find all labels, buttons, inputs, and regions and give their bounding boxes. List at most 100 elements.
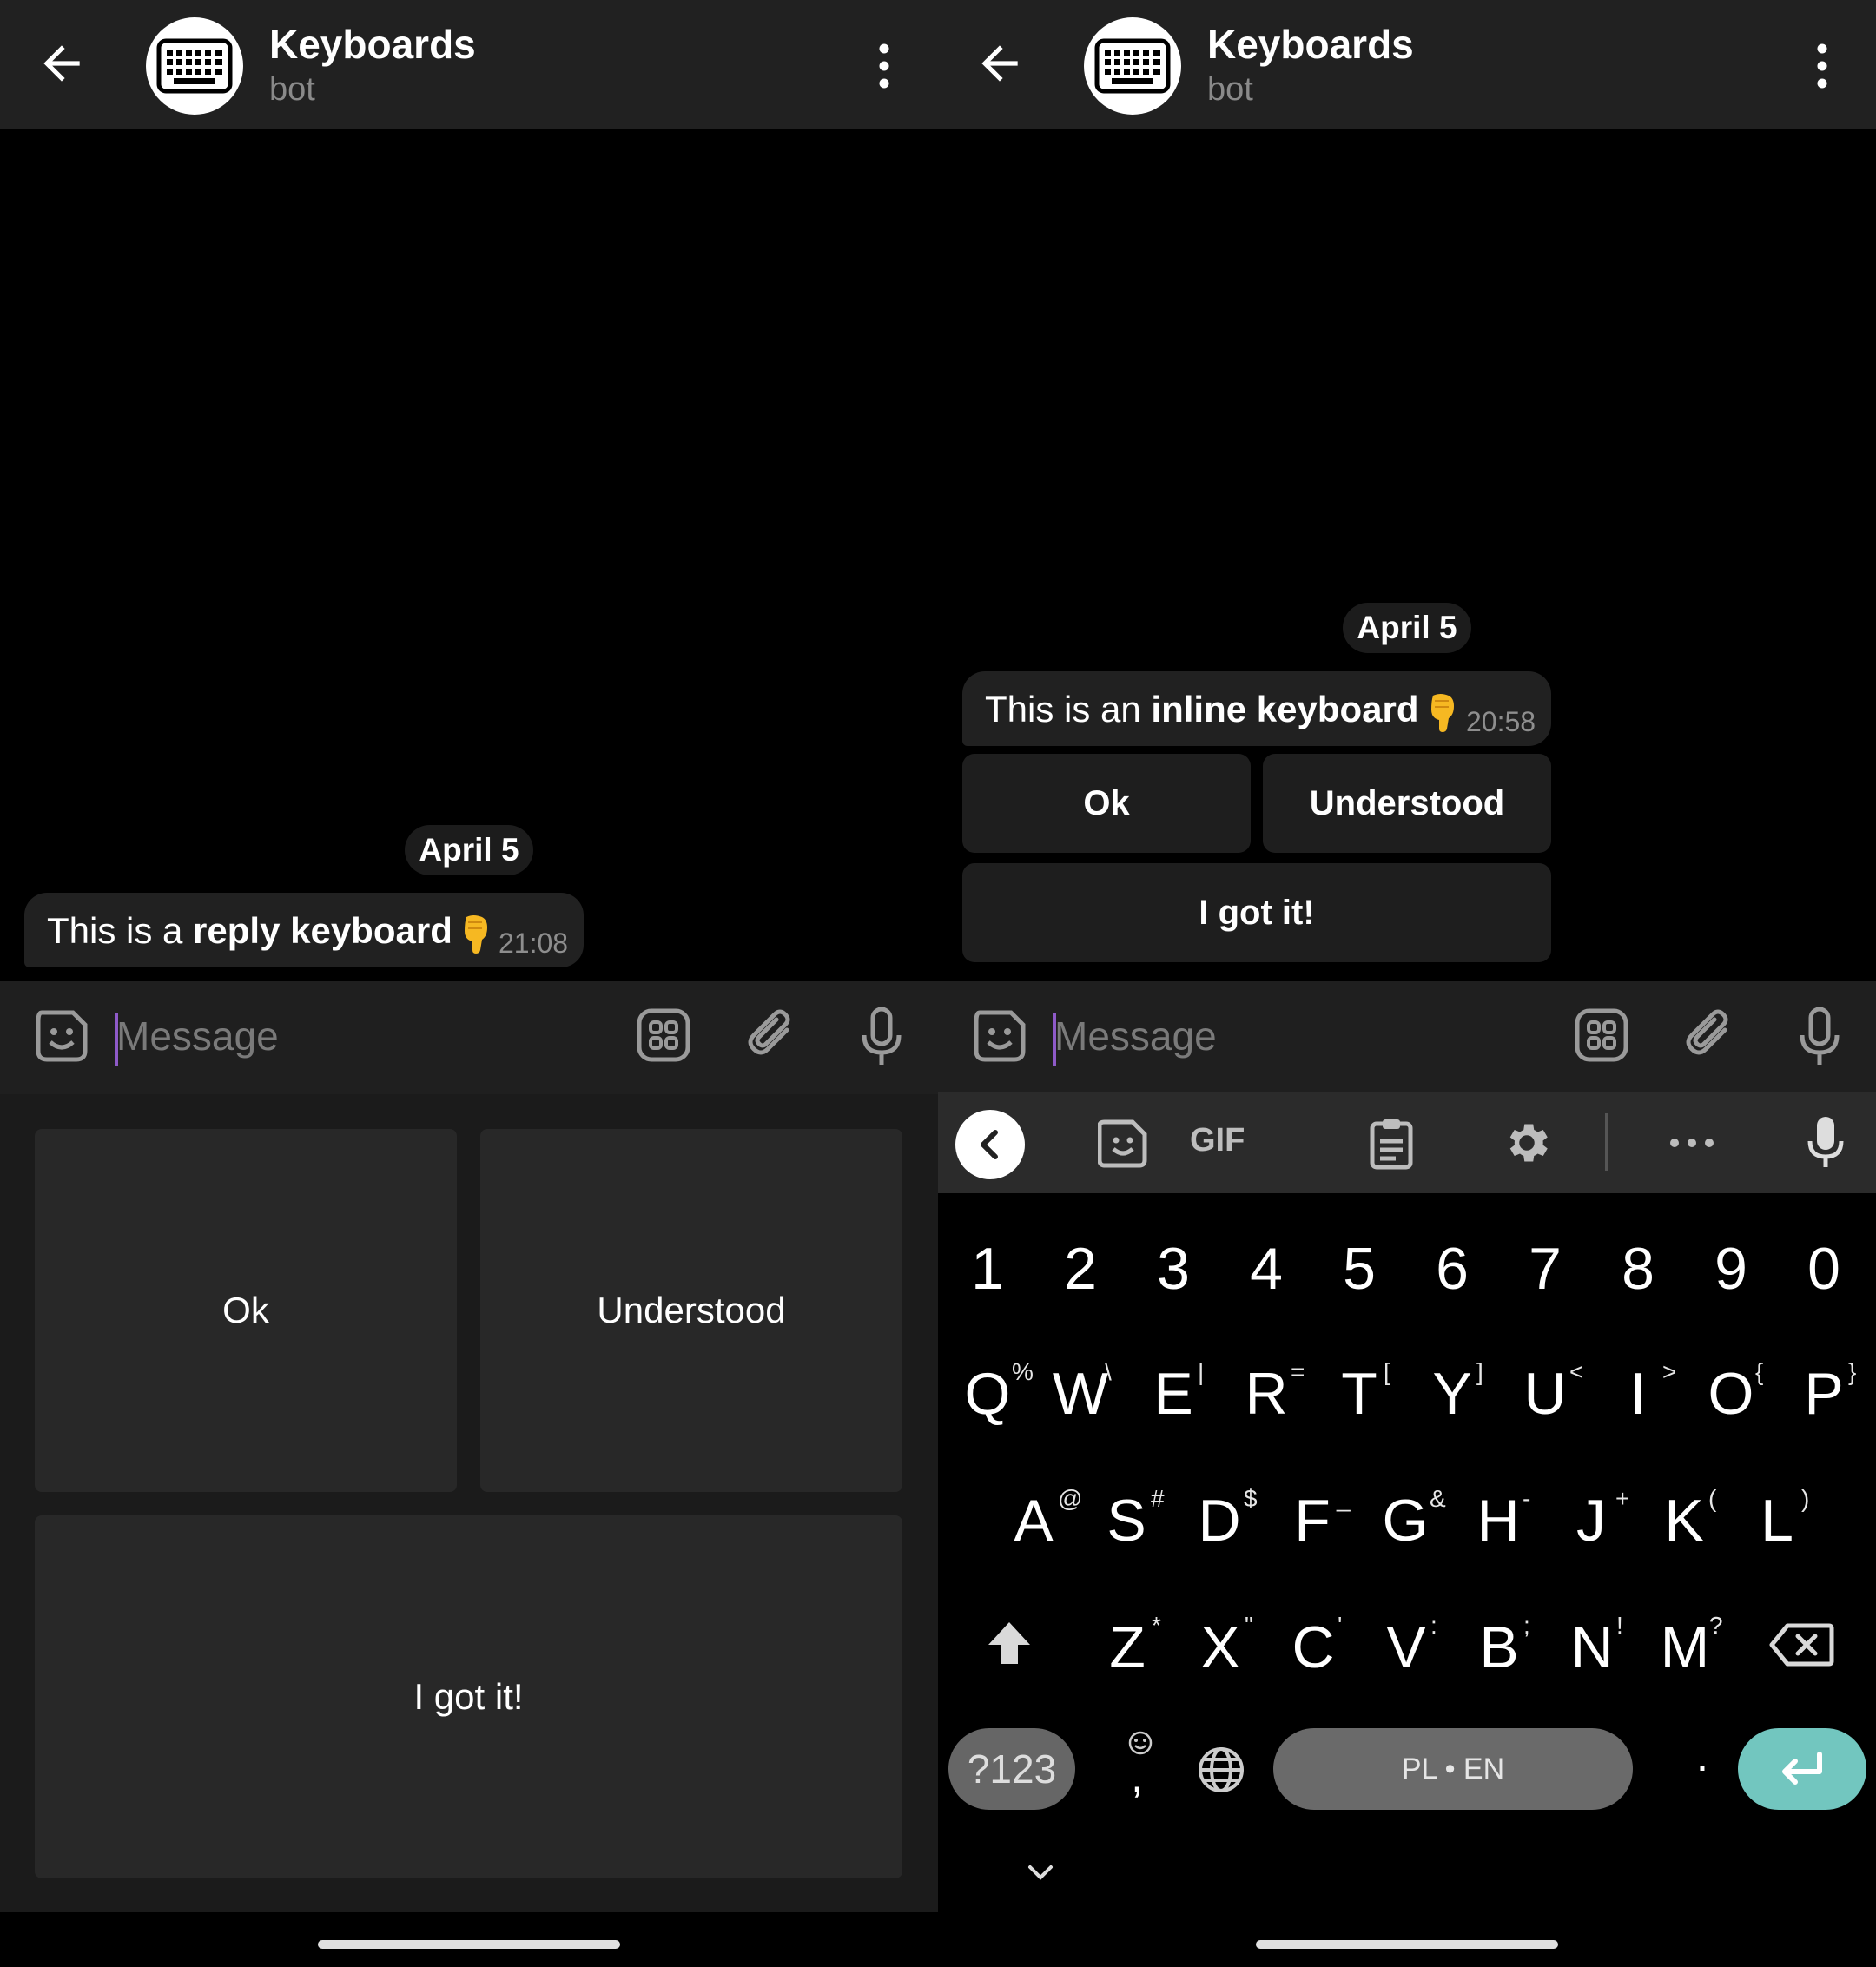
period-key[interactable]: . <box>1676 1730 1728 1808</box>
message-time: 21:08 <box>499 927 569 959</box>
key-label: G <box>1382 1488 1429 1554</box>
key-hint: | <box>1198 1358 1205 1385</box>
key-6[interactable]: 6 <box>1410 1235 1494 1303</box>
language-globe-icon[interactable] <box>1197 1746 1245 1794</box>
key-o[interactable]: O{ <box>1689 1358 1773 1428</box>
more-vert-icon[interactable] <box>869 42 900 90</box>
key-3[interactable]: 3 <box>1132 1235 1215 1303</box>
inline-button-understood[interactable]: Understood <box>1263 754 1551 853</box>
back-arrow-icon[interactable] <box>973 36 1027 90</box>
key-hint: # <box>1151 1485 1165 1512</box>
inline-button-i-got-it[interactable]: I got it! <box>962 863 1551 962</box>
message-text-prefix: This is a <box>47 910 194 951</box>
attach-paperclip-icon[interactable] <box>747 1007 799 1063</box>
reply-key-understood[interactable]: Understood <box>480 1129 902 1492</box>
microphone-icon[interactable] <box>860 1007 903 1066</box>
message-bubble[interactable]: This is an inline keyboard 20:58 <box>962 671 1551 746</box>
attach-paperclip-icon[interactable] <box>1685 1007 1737 1063</box>
voice-input-mic-icon[interactable] <box>1807 1115 1845 1171</box>
clipboard-icon[interactable] <box>1369 1117 1414 1171</box>
back-arrow-icon[interactable] <box>35 36 89 90</box>
key-label: K <box>1664 1488 1704 1554</box>
key-b[interactable]: B; <box>1457 1612 1541 1681</box>
gif-button[interactable]: GIF <box>1190 1122 1245 1159</box>
gesture-handle[interactable] <box>318 1940 620 1949</box>
key-t[interactable]: T[ <box>1318 1358 1401 1428</box>
key-5[interactable]: 5 <box>1318 1235 1401 1303</box>
gesture-handle[interactable] <box>1256 1940 1558 1949</box>
message-input[interactable]: Message <box>1054 1013 1217 1059</box>
key-c[interactable]: C ' <box>1272 1612 1355 1681</box>
bot-keyboard-toggle-icon[interactable] <box>636 1007 691 1063</box>
chat-title[interactable]: Keyboards <box>269 21 476 68</box>
key-w[interactable]: W \ <box>1039 1358 1122 1428</box>
reply-key-i-got-it[interactable]: I got it! <box>35 1515 902 1878</box>
key-hint: % <box>1012 1358 1034 1385</box>
key-j[interactable]: J + <box>1549 1485 1633 1554</box>
key-l[interactable]: L) <box>1735 1485 1819 1554</box>
key-label: S <box>1106 1488 1146 1554</box>
key-label: 2 <box>1064 1236 1097 1302</box>
key-i[interactable]: I > <box>1596 1358 1680 1428</box>
bot-avatar[interactable] <box>1084 17 1181 115</box>
reply-key-ok[interactable]: Ok <box>35 1129 457 1492</box>
sticker-emoji-icon[interactable] <box>33 1007 90 1065</box>
key-v[interactable]: V: <box>1364 1612 1448 1681</box>
microphone-icon[interactable] <box>1798 1007 1841 1066</box>
key-q[interactable]: Q% <box>946 1358 1034 1428</box>
message-input[interactable]: Message <box>116 1013 279 1059</box>
chat-subtitle: bot <box>269 71 315 108</box>
chat-title[interactable]: Keyboards <box>1207 21 1414 68</box>
settings-gear-icon[interactable] <box>1501 1117 1553 1169</box>
symbols-key[interactable]: ?123 <box>948 1728 1075 1810</box>
key-s[interactable]: S # <box>1085 1485 1168 1554</box>
key-m[interactable]: M? <box>1643 1612 1727 1681</box>
inline-button-ok[interactable]: Ok <box>962 754 1251 853</box>
hide-keyboard-chevron-icon[interactable] <box>1025 1862 1056 1883</box>
key-1[interactable]: 1 <box>946 1235 1029 1303</box>
more-dots-icon[interactable] <box>1668 1134 1716 1152</box>
key-x[interactable]: X " <box>1179 1612 1262 1681</box>
key-h[interactable]: H- <box>1457 1485 1540 1554</box>
message-text-prefix: This is an <box>985 689 1152 729</box>
comma-key[interactable]: , <box>1108 1730 1171 1808</box>
space-bar[interactable]: PL • EN <box>1273 1728 1633 1810</box>
backspace-key-icon[interactable] <box>1768 1622 1834 1667</box>
message-text: This is an inline keyboard <box>985 689 1457 732</box>
key-9[interactable]: 9 <box>1689 1235 1773 1303</box>
bot-keyboard-toggle-icon[interactable] <box>1574 1007 1629 1063</box>
enter-key[interactable] <box>1738 1728 1866 1810</box>
key-g[interactable]: G & <box>1364 1485 1447 1554</box>
more-vert-icon[interactable] <box>1807 42 1838 90</box>
message-bubble[interactable]: This is a reply keyboard 21:08 <box>24 893 584 967</box>
key-4[interactable]: 4 <box>1225 1235 1308 1303</box>
key-label: I <box>1629 1361 1647 1427</box>
key-f[interactable]: F _ <box>1271 1485 1354 1554</box>
key-k[interactable]: K( <box>1642 1485 1726 1554</box>
key-2[interactable]: 2 <box>1039 1235 1122 1303</box>
key-7[interactable]: 7 <box>1503 1235 1587 1303</box>
key-hint: ] <box>1476 1358 1483 1385</box>
collapse-toolbar-button[interactable] <box>955 1110 1025 1179</box>
key-hint: & <box>1430 1485 1446 1512</box>
sticker-icon[interactable] <box>1098 1119 1148 1169</box>
key-hint: : <box>1430 1612 1437 1639</box>
key-z[interactable]: Z * <box>1086 1612 1169 1681</box>
key-a[interactable]: A @ <box>992 1485 1082 1554</box>
sticker-emoji-icon[interactable] <box>971 1007 1028 1065</box>
key-n[interactable]: N! <box>1550 1612 1634 1681</box>
key-hint: } <box>1848 1358 1857 1385</box>
chevron-left-icon <box>981 1130 998 1159</box>
key-8[interactable]: 8 <box>1596 1235 1680 1303</box>
key-e[interactable]: E | <box>1132 1358 1215 1428</box>
shift-key-icon[interactable] <box>983 1617 1035 1669</box>
bot-avatar[interactable] <box>146 17 243 115</box>
key-label: U <box>1523 1361 1567 1427</box>
key-u[interactable]: U < <box>1503 1358 1587 1428</box>
key-r[interactable]: R = <box>1225 1358 1308 1428</box>
key-0[interactable]: 0 <box>1782 1235 1866 1303</box>
key-label: 1 <box>971 1236 1004 1302</box>
key-y[interactable]: Y] <box>1410 1358 1494 1428</box>
key-p[interactable]: P} <box>1782 1358 1866 1428</box>
key-d[interactable]: D $ <box>1178 1485 1261 1554</box>
